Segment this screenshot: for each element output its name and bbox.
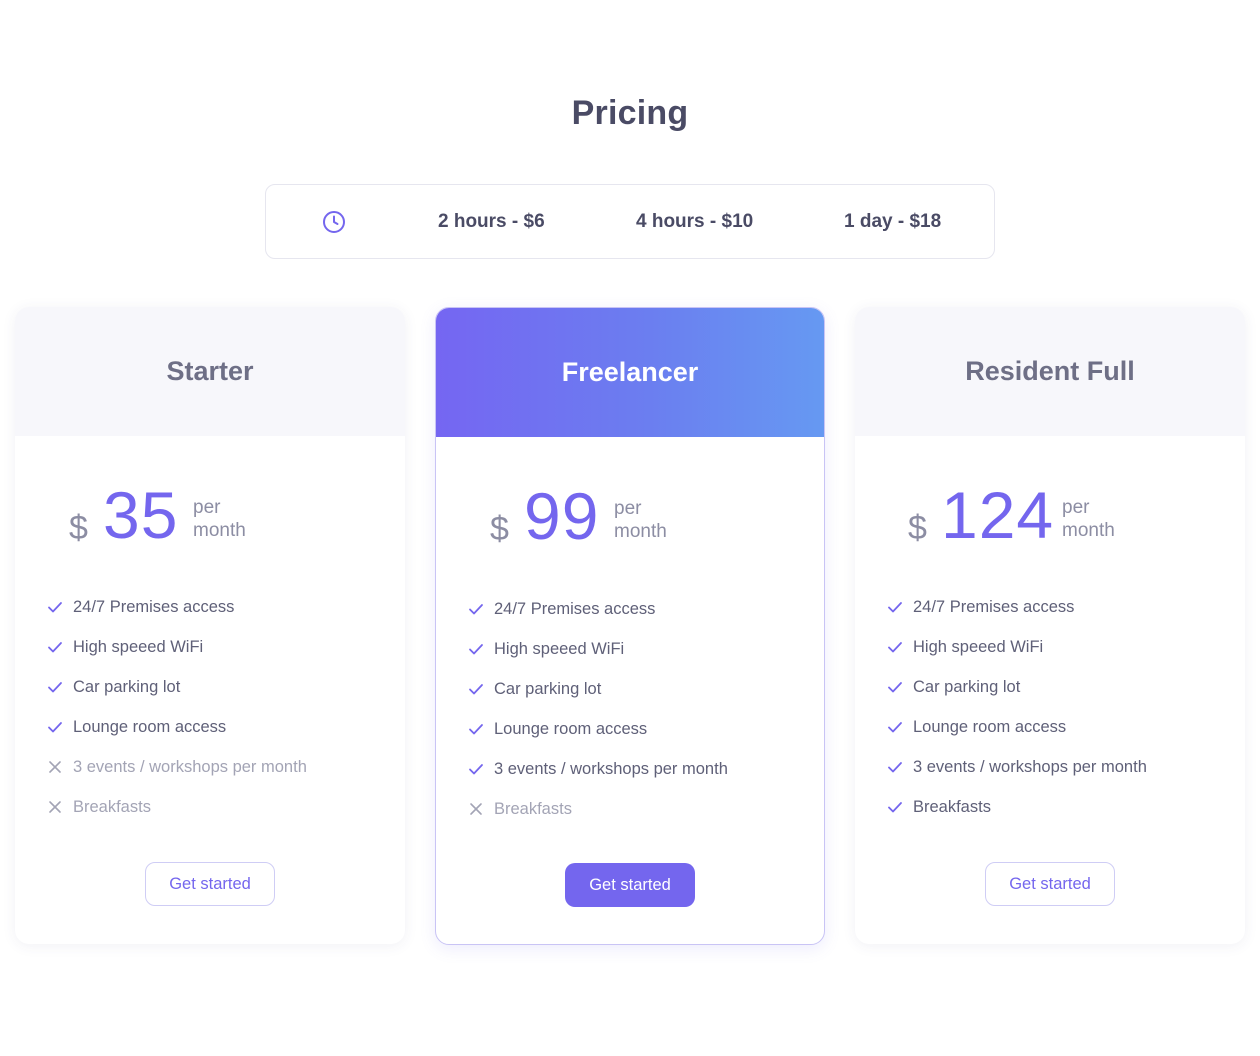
plan-header: Resident Full (855, 307, 1245, 436)
feature-label: High speeed WiFi (913, 637, 1044, 656)
check-icon (888, 762, 902, 773)
feature-item: High speeed WiFi (47, 627, 307, 667)
check-icon (48, 682, 62, 693)
check-icon (888, 722, 902, 733)
check-icon (888, 642, 902, 653)
feature-item: Breakfasts (468, 789, 728, 829)
plan-price: $ 35 per month (15, 478, 405, 552)
feature-label: Car parking lot (494, 679, 602, 698)
plan-card-freelancer: Freelancer $ 99 per month 24/7 Premises … (435, 307, 825, 945)
get-started-button[interactable]: Get started (565, 863, 695, 907)
feature-item: 24/7 Premises access (47, 587, 307, 627)
plan-header: Starter (15, 307, 405, 436)
feature-item: Car parking lot (468, 669, 728, 709)
page-title: Pricing (571, 94, 689, 132)
feature-label: 3 events / workshops per month (73, 757, 307, 776)
feature-label: Breakfasts (494, 799, 572, 818)
feature-label: 24/7 Premises access (494, 599, 656, 618)
plan-price: $ 124 per month (855, 478, 1245, 552)
check-icon (469, 604, 483, 615)
check-icon (888, 602, 902, 613)
price-currency: $ (490, 510, 509, 548)
price-period-line1: per (1062, 497, 1090, 518)
plan-name: Freelancer (561, 357, 699, 387)
feature-list: 24/7 Premises access High speeed WiFi Car … (47, 587, 307, 827)
price-value: 124 (941, 478, 1055, 552)
feature-item: 3 events / workshops per month (47, 747, 307, 787)
price-value: 35 (103, 478, 179, 552)
rate-2-hours: 2 hours - $6 (438, 211, 545, 232)
close-icon (49, 801, 61, 813)
feature-item: Lounge room access (468, 709, 728, 749)
plan-name: Resident Full (965, 356, 1135, 386)
feature-item: 3 events / workshops per month (887, 747, 1147, 787)
clock-icon (323, 211, 345, 233)
feature-item: 24/7 Premises access (887, 587, 1147, 627)
plan-header: Freelancer (436, 308, 824, 437)
plan-price: $ 99 per month (436, 479, 824, 553)
feature-label: High speeed WiFi (73, 637, 204, 656)
feature-item: Breakfasts (47, 787, 307, 827)
feature-item: High speeed WiFi (468, 629, 728, 669)
get-started-button[interactable]: Get started (145, 862, 275, 906)
feature-label: Lounge room access (913, 717, 1067, 736)
feature-item: Lounge room access (47, 707, 307, 747)
feature-label: Lounge room access (73, 717, 227, 736)
feature-label: 3 events / workshops per month (913, 757, 1147, 776)
price-period: per month (614, 497, 667, 543)
price-value: 99 (524, 479, 600, 553)
price-period: per month (1062, 496, 1115, 542)
feature-item: High speeed WiFi (887, 627, 1147, 667)
feature-label: Car parking lot (913, 677, 1021, 696)
feature-label: Breakfasts (913, 797, 991, 816)
feature-label: High speeed WiFi (494, 639, 625, 658)
feature-label: Lounge room access (494, 719, 648, 738)
check-icon (888, 802, 902, 813)
check-icon (469, 684, 483, 695)
check-icon (469, 764, 483, 775)
feature-item: 3 events / workshops per month (468, 749, 728, 789)
price-currency: $ (69, 509, 88, 547)
plan-name: Starter (166, 356, 254, 386)
close-icon (49, 761, 61, 773)
get-started-button[interactable]: Get started (985, 862, 1115, 906)
feature-list: 24/7 Premises access High speeed WiFi Car … (887, 587, 1147, 827)
price-period-line2: month (1062, 520, 1115, 541)
rate-1-day: 1 day - $18 (844, 211, 942, 232)
feature-list: 24/7 Premises access High speeed WiFi Car … (468, 589, 728, 829)
price-period-line2: month (193, 520, 246, 541)
price-period-line1: per (614, 498, 642, 519)
plan-card-resident-full: Resident Full $ 124 per month 24/7 Premi… (855, 307, 1245, 944)
feature-label: 3 events / workshops per month (494, 759, 728, 778)
price-period-line2: month (614, 521, 667, 542)
feature-item: 24/7 Premises access (468, 589, 728, 629)
feature-item: Car parking lot (887, 667, 1147, 707)
rate-4-hours: 4 hours - $10 (636, 211, 754, 232)
feature-label: Breakfasts (73, 797, 151, 816)
feature-item: Lounge room access (887, 707, 1147, 747)
feature-item: Car parking lot (47, 667, 307, 707)
plan-card-starter: Starter $ 35 per month 24/7 Premises acc… (15, 307, 405, 944)
check-icon (469, 724, 483, 735)
feature-label: 24/7 Premises access (73, 597, 235, 616)
check-icon (469, 644, 483, 655)
price-currency: $ (908, 509, 927, 547)
check-icon (48, 642, 62, 653)
hourly-rates-bar: 2 hours - $6 4 hours - $10 1 day - $18 (265, 184, 995, 259)
price-period-line1: per (193, 497, 221, 518)
feature-label: Car parking lot (73, 677, 181, 696)
check-icon (48, 722, 62, 733)
close-icon (470, 803, 482, 815)
feature-item: Breakfasts (887, 787, 1147, 827)
check-icon (48, 602, 62, 613)
price-period: per month (193, 496, 246, 542)
pricing-page: Pricing 2 hours - $6 4 hours - $10 1 day… (0, 0, 1260, 1056)
feature-label: 24/7 Premises access (913, 597, 1075, 616)
check-icon (888, 682, 902, 693)
